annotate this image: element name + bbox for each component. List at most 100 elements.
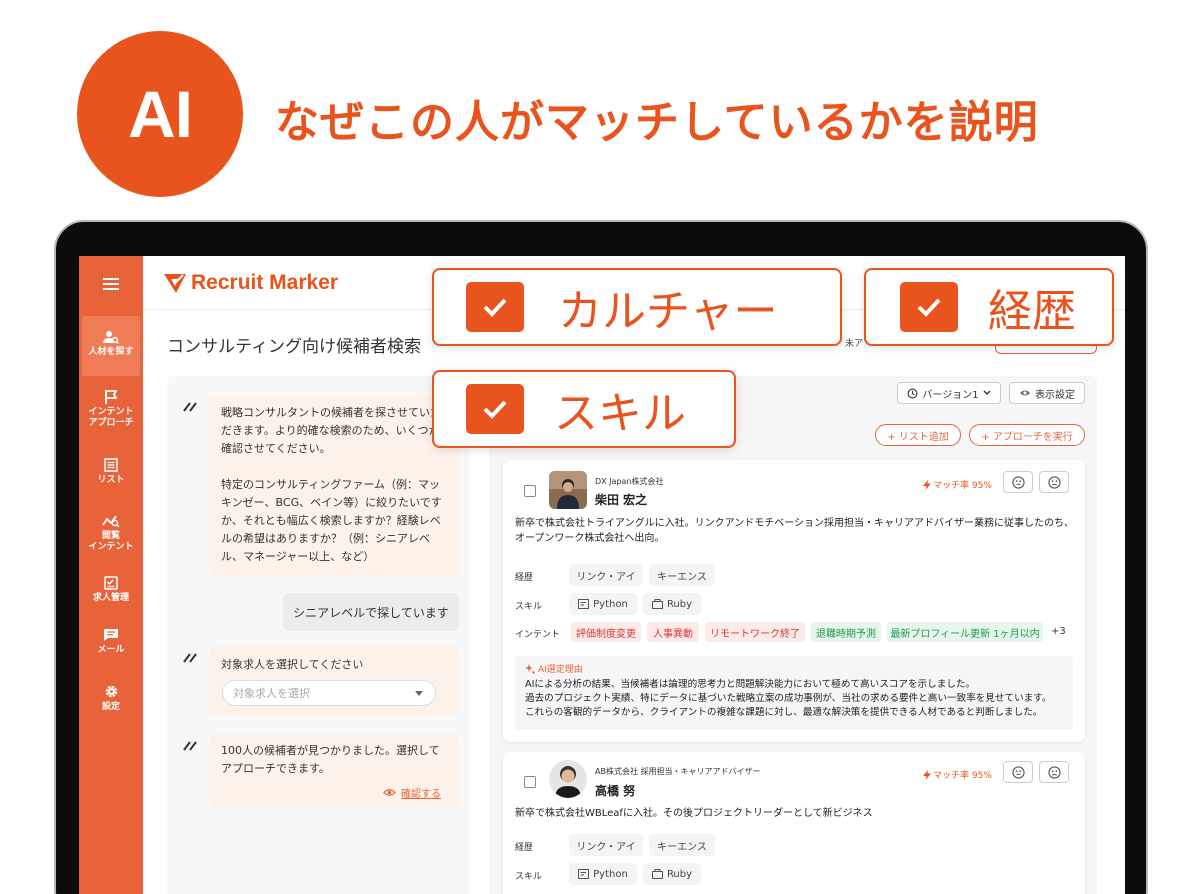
- career-overlay-label: 経歴: [988, 286, 1076, 337]
- chevron-down-icon: [415, 691, 423, 696]
- ai-reason-text: AIによる分析の結果、当候補者は論理的思考力と問題解決能力において極めて高いスコ…: [525, 679, 1052, 718]
- match-rate: マッチ率 95%: [923, 478, 992, 491]
- career-tag: リンク・アイ: [569, 564, 643, 586]
- ai-assistant-icon: [183, 402, 197, 412]
- job-select-placeholder: 対象求人を選択: [233, 687, 310, 700]
- sidebar-item-viewing-intent[interactable]: 閲覧 インテント: [82, 514, 140, 553]
- candidate-company: AB株式会社 採用担当・キャリアアドバイザー: [595, 767, 761, 776]
- intent-tag: 退職時期予測: [811, 622, 881, 642]
- sparkle-icon: [525, 663, 535, 674]
- culture-overlay: カルチャー: [432, 268, 842, 346]
- like-button[interactable]: [1003, 761, 1033, 783]
- gear-icon: [105, 685, 117, 698]
- package-icon: [651, 599, 663, 609]
- candidate-company: DX Japan株式会社: [595, 477, 664, 486]
- sidebar-item-settings[interactable]: 設定: [82, 684, 140, 713]
- intent-tag: 人事異動: [647, 622, 699, 642]
- history-icon: [907, 388, 918, 398]
- analytics-icon: [102, 515, 120, 528]
- confirm-link[interactable]: 確認する: [383, 785, 441, 800]
- dislike-button[interactable]: [1039, 471, 1069, 493]
- skill-overlay-label: スキル: [554, 388, 686, 439]
- frown-icon: [1047, 475, 1061, 489]
- sidebar-item-mail[interactable]: メール: [82, 628, 140, 656]
- bolt-icon: [923, 479, 931, 490]
- ai-message-text: 対象求人を選択してください: [221, 658, 364, 671]
- sidebar-item-list[interactable]: リスト: [82, 458, 140, 486]
- candidate-checkbox[interactable]: [524, 776, 536, 788]
- sidebar-item-label: インテント アプローチ: [88, 407, 134, 428]
- skill-tag: Ruby: [643, 863, 701, 885]
- culture-overlay-label: カルチャー: [558, 286, 778, 337]
- sidebar-item-intent-approach[interactable]: インテント アプローチ: [82, 390, 140, 429]
- dislike-button[interactable]: [1039, 761, 1069, 783]
- flag-icon: [105, 390, 117, 404]
- avatar: [549, 471, 587, 509]
- sidebar-item-label: 閲覧 インテント: [88, 531, 134, 552]
- app-logo[interactable]: Recruit Marker: [163, 271, 338, 295]
- candidate-summary: 新卒で株式会社WBLeafに入社。その後プロジェクトリーダーとして新ビジネス: [515, 808, 873, 819]
- ai-assistant-icon: [183, 741, 197, 751]
- ai-assistant-icon: [183, 653, 197, 663]
- like-button[interactable]: [1003, 471, 1033, 493]
- skill-overlay: スキル: [432, 370, 736, 448]
- check-icon: [466, 384, 524, 434]
- candidate-card[interactable]: AB株式会社 採用担当・キャリアアドバイザー 高橋 努 マッチ率 95% 新卒で…: [503, 752, 1085, 894]
- avatar: [549, 760, 587, 798]
- ai-reason-box: AI選定理由 AIによる分析の結果、当候補者は論理的思考力と問題解決能力において…: [515, 656, 1073, 730]
- mail-icon: [104, 629, 118, 641]
- chevron-down-icon: [983, 390, 991, 395]
- hero-title: なぜこの人がマッチしているかを説明: [275, 97, 1039, 148]
- career-label: 経歴: [515, 573, 534, 583]
- intent-label: インテント: [515, 630, 561, 640]
- skill-tag: Python: [569, 863, 637, 885]
- career-tag: キーエンス: [649, 834, 715, 856]
- check-icon: [466, 282, 524, 332]
- run-approach-label: + アプローチを実行: [981, 431, 1073, 443]
- confirm-link-label: 確認する: [401, 789, 441, 800]
- run-approach-button[interactable]: + アプローチを実行: [969, 424, 1085, 446]
- add-list-button[interactable]: + リスト追加: [875, 424, 961, 446]
- job-select[interactable]: 対象求人を選択: [222, 680, 436, 706]
- candidate-name: 高橋 努: [595, 784, 636, 798]
- sidebar-item-search-talent[interactable]: 人材を探す: [82, 316, 140, 376]
- package-icon: [651, 869, 663, 879]
- career-tag: リンク・アイ: [569, 834, 643, 856]
- match-rate: マッチ率 95%: [923, 768, 992, 781]
- skill-tag: Ruby: [643, 593, 701, 615]
- sidebar-item-label: メール: [97, 645, 125, 655]
- career-tag: キーエンス: [649, 564, 715, 586]
- candidate-checkbox[interactable]: [524, 485, 536, 497]
- ai-badge: AI: [77, 31, 243, 197]
- app-screen: 人材を探す インテント アプローチ リスト 閲覧 インテント 求人管理 メール …: [79, 256, 1125, 894]
- sidebar-item-label: 人材を探す: [88, 347, 134, 357]
- display-settings-button[interactable]: 表示設定: [1009, 382, 1085, 404]
- ai-message-text: 特定のコンサルティングファーム（例：マッキンゼー、BCG、ベイン等）に絞りたいで…: [221, 478, 442, 563]
- ai-message-text: 戦略コンサルタントの候補者を探させていただきます。より的確な検索のため、いくつか…: [221, 406, 441, 455]
- more-intents[interactable]: +3: [1051, 626, 1066, 637]
- version-label: バージョン1: [922, 389, 979, 401]
- candidate-name: 柴田 宏之: [595, 493, 648, 507]
- version-select[interactable]: バージョン1: [897, 382, 1001, 404]
- intent-tag: リモートワーク終了: [705, 622, 805, 642]
- sidebar-item-label: リスト: [97, 475, 125, 485]
- user-message-text: シニアレベルで探しています: [293, 605, 449, 620]
- ai-reason-title: AI選定理由: [525, 662, 583, 675]
- ai-message-text: 100人の候補者が見つかりました。選択してアプローチできます。: [221, 744, 440, 775]
- sidebar: 人材を探す インテント アプローチ リスト 閲覧 インテント 求人管理 メール …: [79, 256, 143, 894]
- menu-icon[interactable]: [82, 278, 140, 294]
- frown-icon: [1047, 765, 1061, 779]
- person-search-icon: [103, 331, 119, 344]
- career-label: 経歴: [515, 843, 534, 853]
- candidate-card[interactable]: DX Japan株式会社 柴田 宏之 マッチ率 95% 新卒で株式会社トライアン…: [503, 460, 1085, 742]
- sidebar-item-label: 設定: [101, 702, 120, 712]
- sidebar-item-job-management[interactable]: 求人管理: [82, 576, 140, 604]
- logo-text: Recruit Marker: [191, 271, 339, 294]
- skill-label: スキル: [515, 602, 543, 612]
- skill-label: スキル: [515, 872, 543, 882]
- ai-message: 戦略コンサルタントの候補者を探させていただきます。より的確な検索のため、いくつか…: [209, 396, 459, 576]
- eye-icon: [1020, 390, 1030, 396]
- job-icon: [104, 576, 118, 590]
- skill-tag: Python: [569, 593, 637, 615]
- display-settings-label: 表示設定: [1035, 389, 1075, 401]
